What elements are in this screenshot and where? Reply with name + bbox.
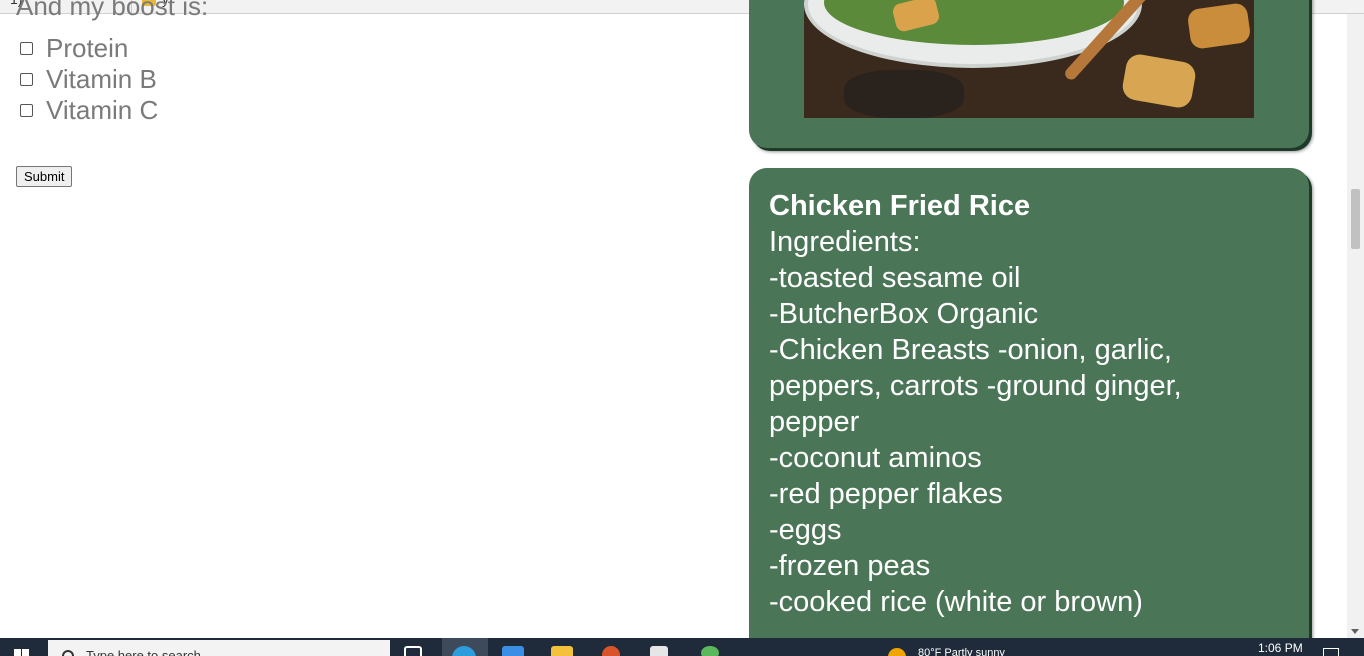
ingredient-line: -coconut aminos bbox=[769, 442, 982, 474]
search-placeholder: Type here to search bbox=[86, 648, 201, 656]
taskbar-clock[interactable]: 1:06 PM bbox=[1258, 641, 1303, 655]
protein-checkbox[interactable] bbox=[20, 41, 33, 55]
office-icon[interactable] bbox=[602, 646, 620, 656]
ingredient-line: -Chicken Breasts -onion, garlic, bbox=[769, 334, 1172, 366]
recipe-text: Chicken Fried Rice Ingredients: -toasted… bbox=[769, 188, 1289, 620]
option-vitamin-c[interactable]: Vitamin C bbox=[20, 95, 158, 125]
ingredient-line: pepper bbox=[769, 406, 860, 438]
option-label: Vitamin C bbox=[46, 94, 159, 125]
weather-text[interactable]: 80°F Partly sunny bbox=[918, 647, 1005, 656]
store-icon[interactable] bbox=[502, 646, 524, 656]
recipe-card-salad bbox=[749, 0, 1309, 148]
salad-image bbox=[804, 0, 1254, 118]
boost-label: And my boost is: bbox=[16, 0, 209, 21]
scrollbar-thumb[interactable] bbox=[1351, 189, 1360, 249]
ingredient-line: Ingredients: bbox=[769, 226, 921, 258]
search-icon bbox=[62, 650, 74, 656]
ingredient-line: -red pepper flakes bbox=[769, 478, 1003, 510]
option-label: Vitamin B bbox=[46, 63, 157, 94]
ingredient-line: -toasted sesame oil bbox=[769, 262, 1021, 294]
taskbar-search-box[interactable]: Type here to search bbox=[48, 640, 390, 656]
recipe-card-chicken-fried-rice: Chicken Fried Rice Ingredients: -toasted… bbox=[749, 168, 1309, 656]
notepad-icon[interactable] bbox=[650, 646, 668, 656]
windows-start-icon[interactable] bbox=[14, 649, 30, 656]
file-explorer-icon[interactable] bbox=[551, 646, 573, 656]
option-vitamin-b[interactable]: Vitamin B bbox=[20, 64, 157, 94]
scroll-down-arrow-icon[interactable] bbox=[1351, 629, 1359, 634]
option-label: Protein bbox=[46, 32, 129, 63]
submit-button[interactable]: Submit bbox=[16, 166, 73, 187]
ingredient-line: -cooked rice (white or brown) bbox=[769, 586, 1143, 618]
weather-icon[interactable] bbox=[888, 648, 906, 656]
task-view-icon[interactable] bbox=[404, 646, 422, 656]
vitamin-b-checkbox[interactable] bbox=[20, 72, 33, 86]
ingredient-line: -ButcherBox Organic bbox=[769, 298, 1039, 330]
page-scrollbar[interactable] bbox=[1347, 14, 1364, 638]
windows-taskbar: Type here to search 80°F Partly sunny 1:… bbox=[0, 638, 1364, 656]
vitamin-c-checkbox[interactable] bbox=[20, 103, 33, 117]
ingredient-line: -frozen peas bbox=[769, 550, 931, 582]
recipe-title: Chicken Fried Rice bbox=[769, 190, 1031, 222]
ingredient-line: -eggs bbox=[769, 514, 842, 546]
option-protein[interactable]: Protein bbox=[20, 33, 128, 63]
app-icon[interactable] bbox=[701, 646, 719, 656]
notification-icon[interactable] bbox=[1323, 648, 1339, 656]
ingredient-line: peppers, carrots -ground ginger, bbox=[769, 370, 1182, 402]
